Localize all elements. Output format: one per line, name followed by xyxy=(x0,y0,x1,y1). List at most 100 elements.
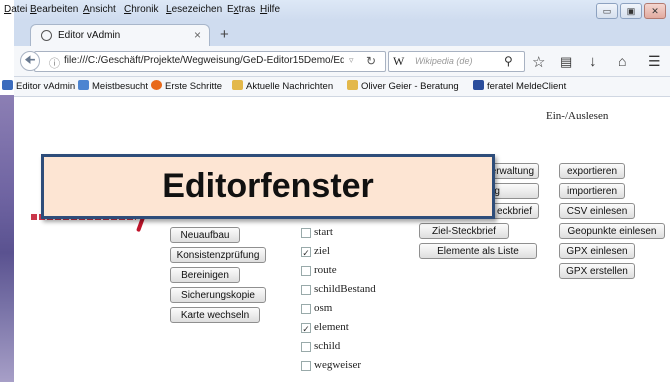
gpx-einlesen-button[interactable]: GPX einlesen xyxy=(559,243,635,259)
feratel-icon xyxy=(473,80,484,90)
menu-chronik[interactable]: Chronik xyxy=(124,4,158,15)
navigation-bar: ⓘ file:///C:/Geschäft/Projekte/Wegweisun… xyxy=(14,46,670,77)
geopunkte-einlesen-button[interactable]: Geopunkte einlesen xyxy=(559,223,665,239)
menu-label: tras xyxy=(238,4,256,15)
minimize-icon: ▭ xyxy=(602,6,612,16)
close-icon: ✕ xyxy=(651,6,659,16)
download-icon[interactable]: ↓ xyxy=(589,53,597,70)
menu-accel: B xyxy=(30,4,37,15)
background-photo-strip xyxy=(0,95,14,382)
section-title-ein-auslesen: Ein-/Auslesen xyxy=(546,110,609,122)
browser-window: Datei Bearbeiten Ansicht Chronik Lesezei… xyxy=(2,0,670,382)
folder-icon xyxy=(347,80,358,90)
url-dropdown-icon[interactable]: ▿ xyxy=(349,55,354,66)
close-window-button[interactable]: ✕ xyxy=(644,3,666,19)
checkbox-checked[interactable]: ✓ xyxy=(301,247,311,258)
neuaufbau-button[interactable]: Neuaufbau xyxy=(170,227,240,243)
menu-icon[interactable]: ☰ xyxy=(648,53,661,70)
maximize-icon: ▣ xyxy=(626,6,636,16)
button-label: Bereinigen xyxy=(181,270,229,281)
bookmark-label: Meistbesucht xyxy=(92,81,148,92)
url-bar[interactable]: ⓘ file:///C:/Geschäft/Projekte/Wegweisun… xyxy=(34,51,386,72)
menu-label: esezeichen xyxy=(171,4,223,15)
bookmark-aktuelle-nachrichten[interactable]: Aktuelle Nachrichten xyxy=(232,80,333,92)
button-label: Ziel-Steckbrief xyxy=(432,226,496,237)
bookmark-label: feratel MeldeClient xyxy=(487,81,567,92)
layer-label: schildBestand xyxy=(314,283,376,295)
bookmark-editor-vadmin[interactable]: Editor vAdmin xyxy=(2,80,75,92)
checkbox-unchecked[interactable] xyxy=(301,266,311,276)
bookmark-icon xyxy=(78,80,89,90)
layer-label: schild xyxy=(314,340,341,352)
reading-list-icon[interactable]: ▤ xyxy=(560,54,572,70)
menu-hilfe[interactable]: Hilfe xyxy=(260,4,280,15)
button-label: exportieren xyxy=(566,166,618,177)
menu-label: hronik xyxy=(131,4,159,15)
bookmark-label: Erste Schritte xyxy=(165,81,223,92)
checkbox-unchecked[interactable] xyxy=(301,361,311,371)
bookmark-erste-schritte[interactable]: Erste Schritte xyxy=(151,80,222,92)
back-button[interactable]: 🠈 xyxy=(20,51,40,71)
page-content: Ein-/Auslesen erwaltung tung eckbrief Zi… xyxy=(14,97,670,382)
globe-icon: ⓘ xyxy=(49,58,60,70)
search-icon[interactable]: ⚲ xyxy=(504,54,513,68)
maximize-button[interactable]: ▣ xyxy=(620,3,642,19)
konsistenzpruefung-button[interactable]: Konsistenzprüfung xyxy=(170,247,266,263)
menu-bearbeiten[interactable]: Bearbeiten xyxy=(30,4,78,15)
elemente-als-liste-button[interactable]: Elemente als Liste xyxy=(419,243,537,259)
bookmark-label: Oliver Geier - Beratung xyxy=(361,81,459,92)
tab-editor-vadmin[interactable]: Editor vAdmin × xyxy=(30,24,210,47)
bookmark-feratel[interactable]: feratel MeldeClient xyxy=(473,80,566,92)
tab-strip: Editor vAdmin × + xyxy=(14,20,670,47)
checkbox-unchecked[interactable] xyxy=(301,342,311,352)
bookmark-label: Editor vAdmin xyxy=(16,81,76,92)
editorfenster-annotation: Editorfenster xyxy=(41,154,495,219)
minimize-button[interactable]: ▭ xyxy=(596,3,618,19)
star-icon[interactable]: ☆ xyxy=(532,53,545,71)
csv-einlesen-button[interactable]: CSV einlesen xyxy=(559,203,635,219)
exportieren-button[interactable]: exportieren xyxy=(559,163,625,179)
button-label: importieren xyxy=(566,186,618,197)
button-label: GPX einlesen xyxy=(566,246,628,257)
button-label: Konsistenzprüfung xyxy=(176,250,260,261)
tab-close-icon[interactable]: × xyxy=(194,28,201,42)
wikipedia-icon: W xyxy=(393,54,405,68)
tab-title: Editor vAdmin xyxy=(58,30,121,41)
url-text[interactable]: file:///C:/Geschäft/Projekte/Wegweisung/… xyxy=(64,55,344,66)
bookmark-oliver-geier[interactable]: Oliver Geier - Beratung xyxy=(347,80,459,92)
sicherungskopie-button[interactable]: Sicherungskopie xyxy=(170,287,266,303)
layer-label: osm xyxy=(314,302,333,314)
layer-label: wegweiser xyxy=(314,359,362,371)
layer-label: element xyxy=(314,321,349,333)
button-label: erwaltung xyxy=(490,166,534,177)
ziel-steckbrief-button[interactable]: Ziel-Steckbrief xyxy=(419,223,509,239)
gpx-erstellen-button[interactable]: GPX erstellen xyxy=(559,263,635,279)
menu-label: nsicht xyxy=(89,4,116,15)
importieren-button[interactable]: importieren xyxy=(559,183,625,199)
search-bar[interactable]: W Wikipedia (de) ⚲ xyxy=(388,51,525,72)
button-label: eckbrief xyxy=(496,206,532,217)
back-arrow-icon: 🠈 xyxy=(24,53,36,67)
checkbox-unchecked[interactable] xyxy=(301,285,311,295)
menu-datei[interactable]: Datei xyxy=(4,4,27,15)
menu-lesezeichen[interactable]: Lesezeichen xyxy=(166,4,222,15)
checkbox-checked[interactable]: ✓ xyxy=(301,323,311,334)
new-tab-button[interactable]: + xyxy=(220,26,229,43)
button-label: Neuaufbau xyxy=(180,230,230,241)
home-icon[interactable]: ⌂ xyxy=(618,53,626,69)
layer-label: route xyxy=(314,264,337,276)
menu-ansicht[interactable]: Ansicht xyxy=(83,4,116,15)
bereinigen-button[interactable]: Bereinigen xyxy=(170,267,240,283)
bookmark-meistbesucht[interactable]: Meistbesucht xyxy=(78,80,148,92)
menu-label: atei xyxy=(11,4,28,15)
bookmark-icon xyxy=(2,80,13,90)
bookmark-label: Aktuelle Nachrichten xyxy=(246,81,334,92)
button-label: CSV einlesen xyxy=(566,206,628,217)
karte-wechseln-button[interactable]: Karte wechseln xyxy=(170,307,260,323)
reload-icon[interactable]: ↻ xyxy=(366,54,376,68)
checkbox-unchecked[interactable] xyxy=(301,228,311,238)
menu-extras[interactable]: Extras xyxy=(227,4,255,15)
checkbox-unchecked[interactable] xyxy=(301,304,311,314)
layer-label: start xyxy=(314,226,333,238)
button-label: Geopunkte einlesen xyxy=(567,226,657,237)
